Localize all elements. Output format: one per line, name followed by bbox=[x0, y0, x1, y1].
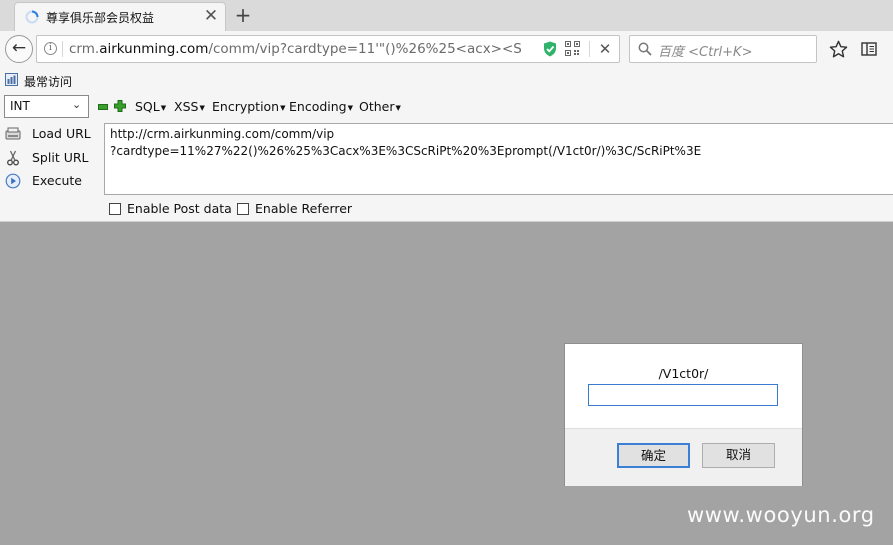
url-line: ?cardtype=11%27%22()%26%25%3Cacx%3E%3CSc… bbox=[110, 144, 702, 158]
cancel-button[interactable]: 取消 bbox=[702, 443, 775, 468]
encryption-menu[interactable]: Encryption▼ bbox=[212, 99, 286, 114]
new-tab-button[interactable]: + bbox=[232, 4, 254, 26]
dropdown-arrow-icon: ▼ bbox=[199, 103, 205, 112]
ok-button[interactable]: 确定 bbox=[617, 443, 690, 468]
dropdown-arrow-icon: ▼ bbox=[347, 103, 353, 112]
tab-strip: 尊享俱乐部会员权益 ✕ + bbox=[0, 0, 893, 31]
decrease-icon[interactable] bbox=[98, 104, 108, 110]
navigation-bar: ← i crm.airkunming.com/comm/vip?cardtype… bbox=[0, 31, 893, 68]
increase-icon[interactable] bbox=[114, 100, 126, 112]
checkbox-box[interactable] bbox=[237, 203, 249, 215]
load-url-label: Load URL bbox=[32, 126, 91, 141]
bookmark-most-visited[interactable]: 最常访问 bbox=[24, 73, 72, 90]
other-menu[interactable]: Other▼ bbox=[359, 99, 401, 114]
dropdown-arrow-icon: ▼ bbox=[280, 103, 286, 112]
load-url-button[interactable]: Load URL bbox=[2, 123, 100, 145]
url-domain: airkunming.com bbox=[99, 41, 209, 57]
play-icon bbox=[5, 173, 21, 189]
sql-menu[interactable]: SQL▼ bbox=[135, 99, 166, 114]
watermark: www.wooyun.org bbox=[687, 503, 875, 527]
type-select[interactable]: INT ⌄ bbox=[4, 95, 89, 118]
qr-code-icon[interactable] bbox=[565, 41, 580, 56]
dropdown-arrow-icon: ▼ bbox=[160, 103, 167, 112]
bookmark-star-icon[interactable] bbox=[829, 40, 848, 59]
url-line: http://crm.airkunming.com/comm/vip bbox=[110, 127, 335, 141]
split-url-button[interactable]: Split URL bbox=[2, 147, 100, 169]
loading-icon bbox=[25, 10, 39, 24]
reading-list-icon[interactable] bbox=[861, 41, 877, 57]
dialog-message: /V1ct0r/ bbox=[658, 366, 709, 381]
info-icon[interactable]: i bbox=[44, 42, 57, 55]
chevron-down-icon: ⌄ bbox=[72, 98, 82, 111]
xss-menu[interactable]: XSS▼ bbox=[174, 99, 205, 114]
search-icon bbox=[638, 42, 652, 56]
load-icon bbox=[5, 127, 21, 140]
close-tab-icon[interactable]: ✕ bbox=[201, 6, 221, 26]
execute-label: Execute bbox=[32, 173, 82, 188]
tab-title: 尊享俱乐部会员权益 bbox=[46, 11, 155, 25]
url-text[interactable]: crm.airkunming.com/comm/vip?cardtype=11'… bbox=[69, 41, 521, 57]
dropdown-arrow-icon: ▼ bbox=[395, 103, 401, 112]
prompt-input[interactable] bbox=[588, 384, 778, 406]
split-url-label: Split URL bbox=[32, 150, 89, 165]
shield-icon[interactable] bbox=[543, 41, 557, 57]
url-textarea[interactable]: http://crm.airkunming.com/comm/vip ?card… bbox=[104, 123, 893, 195]
enable-referrer-label: Enable Referrer bbox=[255, 201, 353, 216]
url-divider bbox=[62, 41, 63, 57]
bookmarks-bar: 最常访问 bbox=[0, 68, 893, 93]
tab-active[interactable]: 尊享俱乐部会员权益 ✕ bbox=[14, 2, 226, 31]
encoding-menu[interactable]: Encoding▼ bbox=[289, 99, 353, 114]
url-bar[interactable]: i crm.airkunming.com/comm/vip?cardtype=1… bbox=[36, 35, 620, 63]
execute-button[interactable]: Execute bbox=[2, 170, 100, 192]
scissors-icon bbox=[7, 150, 19, 166]
back-button[interactable]: ← bbox=[5, 35, 33, 63]
enable-post-label: Enable Post data bbox=[127, 201, 232, 216]
bookmark-folder-icon bbox=[5, 73, 18, 86]
url-divider bbox=[589, 41, 590, 57]
checkbox-box[interactable] bbox=[109, 203, 121, 215]
type-select-value: INT bbox=[10, 99, 30, 113]
prompt-dialog: /V1ct0r/ 确定 取消 bbox=[564, 343, 803, 486]
clear-url-icon[interactable]: ✕ bbox=[597, 39, 613, 59]
search-placeholder: 百度 <Ctrl+K> bbox=[658, 45, 753, 60]
dialog-footer: 确定 取消 bbox=[565, 428, 802, 486]
hackbar-panel: INT ⌄ SQL▼ XSS▼ Encryption▼ Encoding▼ Ot… bbox=[0, 93, 893, 222]
search-box[interactable]: 百度 <Ctrl+K> bbox=[629, 35, 817, 63]
